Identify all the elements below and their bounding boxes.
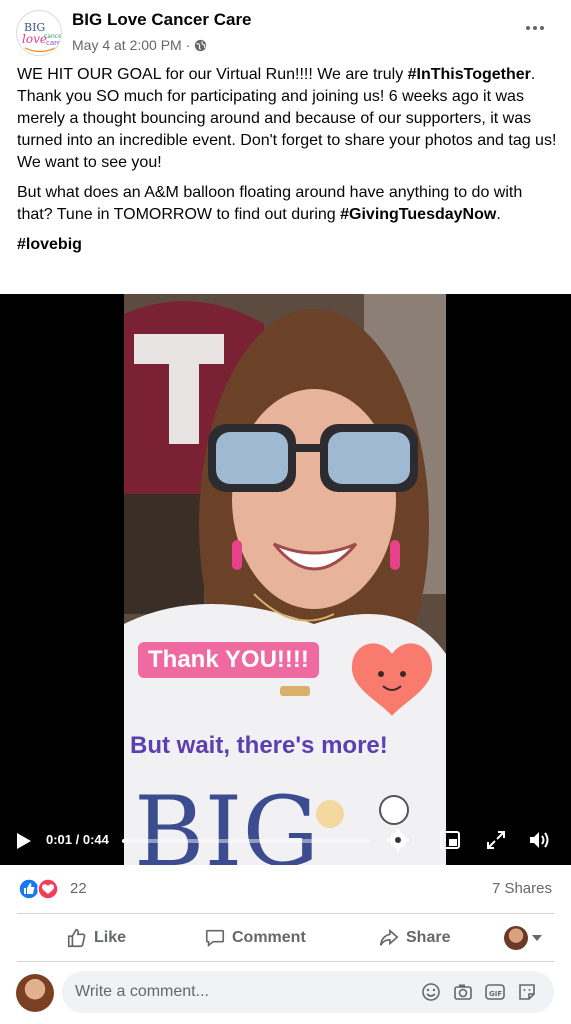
- audience-avatar[interactable]: [504, 926, 528, 950]
- post-header: BIG love cancer care BIG Love Cancer Car…: [0, 0, 571, 62]
- comment-input[interactable]: Write a comment... GIF: [62, 971, 554, 1013]
- share-arrow-icon: [379, 928, 399, 946]
- more-options-button[interactable]: [521, 18, 549, 38]
- text-segment: WE HIT OUR GOAL for our Virtual Run!!!! …: [17, 66, 408, 83]
- hashtag-lovebig[interactable]: #lovebig: [17, 236, 82, 253]
- comment-composer: Write a comment... GIF: [0, 966, 571, 1024]
- reaction-icons[interactable]: [18, 878, 64, 900]
- play-icon[interactable]: [16, 832, 32, 850]
- post-meta: May 4 at 2:00 PM ·: [72, 37, 207, 53]
- chevron-down-icon[interactable]: [532, 935, 542, 941]
- video-overlay-but-wait: But wait, there's more!: [130, 732, 388, 759]
- share-button[interactable]: Share: [378, 923, 450, 953]
- thumbs-up-icon: [67, 928, 86, 948]
- more-dot: [540, 26, 544, 30]
- camera-icon[interactable]: [452, 981, 474, 1003]
- reaction-count[interactable]: 22: [70, 880, 87, 897]
- post-paragraph-2: But what does an A&M balloon floating ar…: [17, 182, 557, 226]
- gif-icon[interactable]: GIF: [484, 981, 506, 1003]
- comment-placeholder: Write a comment...: [75, 983, 209, 1000]
- user-avatar[interactable]: [16, 974, 54, 1012]
- facebook-post-card: BIG love cancer care BIG Love Cancer Car…: [0, 0, 571, 1024]
- page-name-link[interactable]: BIG Love Cancer Care: [72, 10, 252, 30]
- fullscreen-icon[interactable]: [484, 828, 508, 852]
- comment-icon: [205, 929, 225, 948]
- video-still-image: BIG: [124, 294, 446, 865]
- settings-gear-icon[interactable]: [386, 828, 410, 852]
- comment-button[interactable]: Comment: [204, 923, 306, 953]
- reactions-bar: 22 7 Shares: [0, 866, 571, 910]
- like-button[interactable]: Like: [66, 923, 126, 953]
- video-overlay-thank-you: Thank YOU!!!!: [138, 642, 319, 678]
- more-dot: [533, 26, 537, 30]
- picture-in-picture-icon[interactable]: [438, 828, 462, 852]
- post-paragraph-1: WE HIT OUR GOAL for our Virtual Run!!!! …: [17, 64, 557, 174]
- page-avatar[interactable]: BIG love cancer care: [16, 10, 62, 56]
- text-segment: .: [496, 206, 501, 223]
- globe-icon[interactable]: [194, 39, 207, 52]
- svg-text:GIF: GIF: [489, 990, 502, 998]
- hashtag-givingtuesdaynow[interactable]: #GivingTuesdayNow: [340, 206, 496, 223]
- post-timestamp[interactable]: May 4 at 2:00 PM: [72, 37, 182, 53]
- more-horizontal-icon: [526, 26, 530, 30]
- big-love-logo: BIG love cancer care: [18, 12, 61, 55]
- hashtag-inthistogether[interactable]: #InThisTogether: [408, 66, 531, 83]
- volume-icon[interactable]: [527, 828, 551, 852]
- video-player[interactable]: BIG Thank YOU!!!! But wait, there's more…: [0, 294, 571, 865]
- comment-label: Comment: [232, 929, 306, 946]
- divider: [17, 961, 554, 962]
- divider: [17, 913, 554, 914]
- meta-separator: ·: [185, 37, 191, 53]
- post-paragraph-3: #lovebig: [17, 234, 557, 256]
- video-controls: 0:01 / 0:44: [0, 814, 571, 865]
- like-label: Like: [94, 929, 127, 946]
- share-label: Share: [406, 929, 451, 946]
- sticker-icon[interactable]: [516, 981, 538, 1003]
- video-progress-bar[interactable]: [122, 839, 370, 843]
- post-actions: Like Comment Share: [0, 915, 571, 961]
- post-body: WE HIT OUR GOAL for our Virtual Run!!!! …: [17, 64, 557, 264]
- svg-text:care: care: [46, 39, 61, 47]
- emoji-icon[interactable]: [420, 981, 442, 1003]
- video-progress-fill: [122, 839, 128, 843]
- video-frame: BIG: [124, 294, 446, 865]
- shares-count[interactable]: 7 Shares: [492, 880, 552, 897]
- video-time: 0:01 / 0:44: [46, 832, 109, 847]
